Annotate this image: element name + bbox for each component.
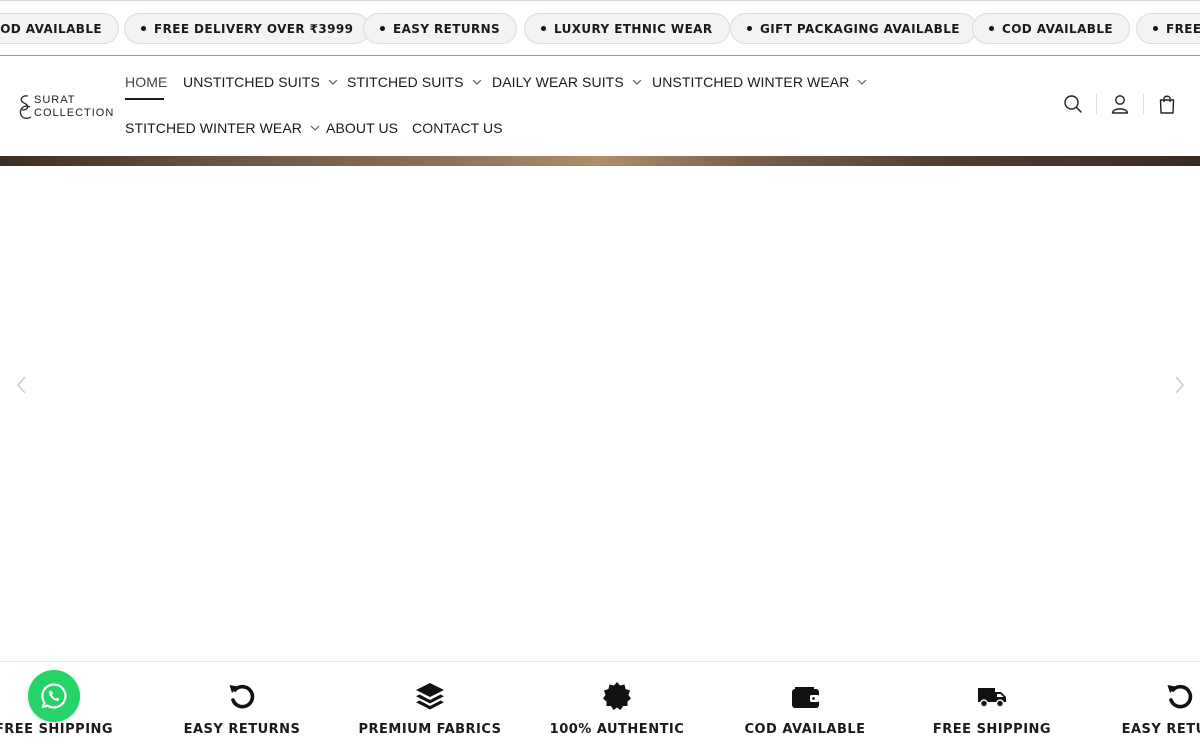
features-bar: FREE SHIPPING EASY RETURNS PREMIUM FABRI… <box>0 661 1200 750</box>
return-icon <box>1167 684 1193 709</box>
chevron-down-icon <box>858 79 867 85</box>
search-icon[interactable] <box>1062 93 1084 115</box>
announcement-pill: EASY RETURNS <box>363 13 518 44</box>
nav-unstitched-winter-wear[interactable]: UNSTITCHED WINTER WEAR <box>652 72 867 92</box>
announcement-text: LUXURY ETHNIC WEAR <box>554 21 713 36</box>
hero-image-strip <box>0 156 1200 166</box>
chevron-left-icon[interactable] <box>14 374 30 396</box>
announcement-text: GIFT PACKAGING AVAILABLE <box>760 21 960 36</box>
feature-item: EASY RETURNS <box>162 662 322 750</box>
announcement-pill: FREE DELIVERY OVER ₹3999 <box>1136 13 1200 44</box>
feature-label: EASY RETURNS <box>183 722 301 737</box>
nav-stitched-suits[interactable]: STITCHED SUITS <box>347 72 482 92</box>
nav-contact-us[interactable]: CONTACT US <box>412 118 503 138</box>
chevron-down-icon <box>472 79 481 85</box>
bullet-icon <box>989 26 994 31</box>
bullet-icon <box>141 26 146 31</box>
nav-home[interactable]: HOME <box>125 72 167 92</box>
bullet-icon <box>1153 26 1158 31</box>
chevron-down-icon <box>632 79 642 85</box>
logo-monogram-icon <box>19 95 32 119</box>
brand-name: SURAT COLLECTION <box>34 94 114 120</box>
nav-unstitched-suits[interactable]: UNSTITCHED SUITS <box>183 72 338 92</box>
announcement-pill: LUXURY ETHNIC WEAR <box>524 13 730 44</box>
nav-daily-wear-suits[interactable]: DAILY WEAR SUITS <box>492 72 642 92</box>
nav-label: DAILY WEAR SUITS <box>492 74 624 90</box>
announcement-pill: FREE DELIVERY OVER ₹3999 <box>124 13 371 44</box>
announcement-text: COD AVAILABLE <box>1002 21 1113 36</box>
brand-line-2: COLLECTION <box>34 107 115 119</box>
announcement-bar: COD AVAILABLE FREE DELIVERY OVER ₹3999 E… <box>0 0 1200 56</box>
nav-label: UNSTITCHED SUITS <box>183 74 320 90</box>
feature-item: EASY RETURNS <box>1100 662 1200 750</box>
header-divider <box>1143 94 1144 114</box>
whatsapp-icon <box>41 683 67 709</box>
account-icon[interactable] <box>1109 93 1131 115</box>
nav-label: CONTACT US <box>412 120 503 136</box>
feature-item: FREE SHIPPING <box>912 662 1072 750</box>
feature-item: 100% AUTHENTIC <box>537 662 697 750</box>
nav-label: UNSTITCHED WINTER WEAR <box>652 74 850 90</box>
truck-icon <box>978 688 1006 708</box>
header-divider <box>1096 94 1097 114</box>
active-nav-underline <box>125 98 164 100</box>
announcement-text: FREE DELIVERY OVER ₹3999 <box>154 21 354 36</box>
nav-label: STITCHED SUITS <box>347 74 464 90</box>
announcement-text: FREE DELIVERY OVER ₹3999 <box>1166 21 1200 36</box>
brand-line-1: SURAT <box>34 94 76 106</box>
chevron-down-icon <box>328 79 338 85</box>
feature-label: COD AVAILABLE <box>744 722 866 737</box>
announcement-pill: COD AVAILABLE <box>0 13 119 44</box>
cart-icon[interactable] <box>1156 93 1178 115</box>
bullet-icon <box>747 26 752 31</box>
feature-item: PREMIUM FABRICS <box>350 662 510 750</box>
bullet-icon <box>380 26 385 31</box>
announcement-pill: COD AVAILABLE <box>972 13 1130 44</box>
feature-item: COD AVAILABLE <box>725 662 885 750</box>
announcement-pill: GIFT PACKAGING AVAILABLE <box>730 13 977 44</box>
nav-label: STITCHED WINTER WEAR <box>125 120 302 136</box>
whatsapp-chat-button[interactable] <box>28 670 80 722</box>
nav-stitched-winter-wear[interactable]: STITCHED WINTER WEAR <box>125 118 320 138</box>
nav-label: ABOUT US <box>326 120 399 136</box>
chevron-down-icon <box>310 125 320 131</box>
feature-label: FREE SHIPPING <box>932 722 1052 737</box>
feature-label: FREE SHIPPING <box>0 722 114 737</box>
hero-slider[interactable] <box>0 166 1200 661</box>
feature-label: 100% AUTHENTIC <box>549 722 685 737</box>
bullet-icon <box>541 26 546 31</box>
announcement-text: EASY RETURNS <box>393 21 501 36</box>
feature-label: EASY RETURNS <box>1121 722 1200 737</box>
badge-icon <box>603 682 631 710</box>
wallet-icon <box>792 687 819 708</box>
nav-about-us[interactable]: ABOUT US <box>326 118 398 138</box>
return-icon <box>229 684 255 709</box>
site-header: SURAT COLLECTION HOME UNSTITCHED SUITS S… <box>0 56 1200 156</box>
announcement-text: COD AVAILABLE <box>0 21 102 36</box>
chevron-right-icon[interactable] <box>1171 374 1187 396</box>
brand-logo[interactable]: SURAT COLLECTION <box>17 92 115 122</box>
feature-label: PREMIUM FABRICS <box>358 722 502 737</box>
nav-label: HOME <box>125 74 168 90</box>
layers-icon <box>416 683 444 710</box>
